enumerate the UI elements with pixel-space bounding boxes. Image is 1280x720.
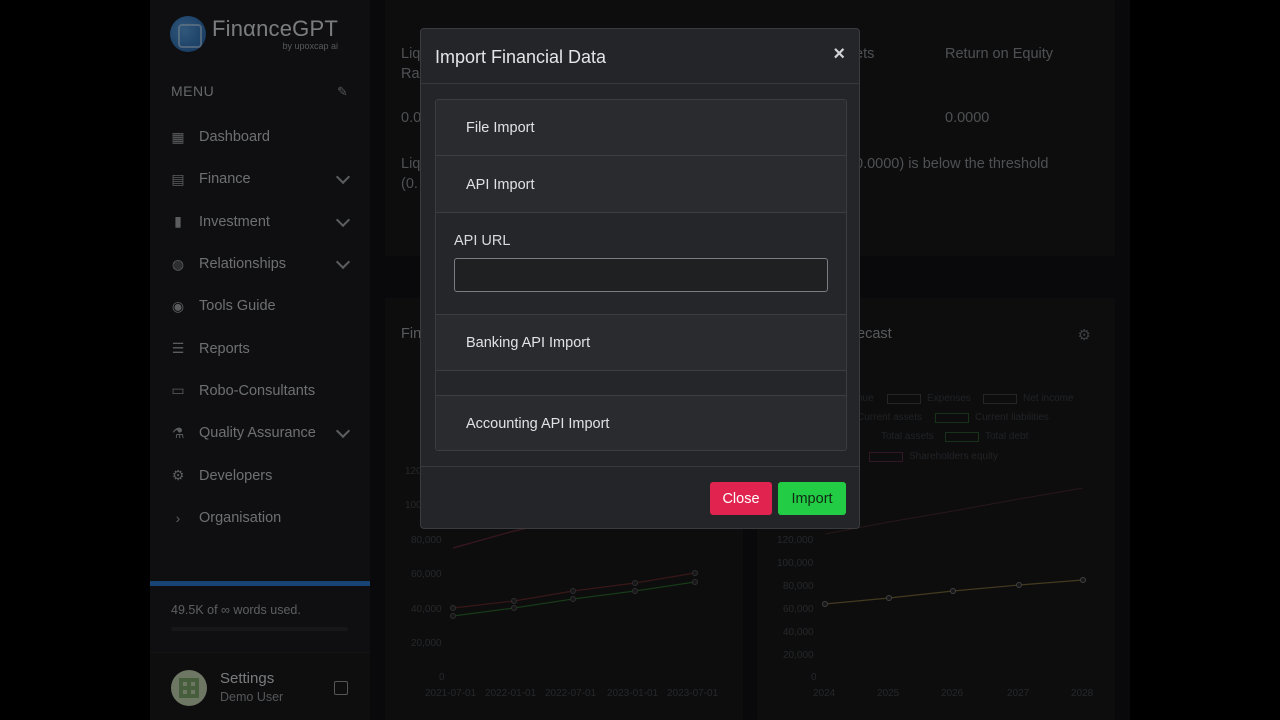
import-modal: Import Financial Data × File Import API … [420,28,860,529]
banking-api-import-label: Banking API Import [466,335,591,351]
close-button[interactable]: Close [710,482,772,515]
api-url-input[interactable] [454,258,828,292]
api-import-body: API URL [436,213,846,315]
modal-footer: Close Import [421,466,859,529]
import-accordion: File Import API Import API URL Banking A… [435,99,847,451]
modal-title: Import Financial Data [435,47,607,67]
file-import-header[interactable]: File Import [436,100,846,156]
import-button[interactable]: Import [778,482,846,515]
banking-api-import-body [436,371,846,396]
close-icon[interactable]: × [833,44,845,64]
accounting-api-import-label: Accounting API Import [466,416,610,432]
modal-header: Import Financial Data × [421,29,859,84]
file-import-label: File Import [466,120,535,136]
api-import-header[interactable]: API Import [436,156,846,213]
app-window: FinαnceGPT by upoxcap ai MENU ✎ ▦ Dashboa… [150,0,1130,720]
banking-api-import-header[interactable]: Banking API Import [436,315,846,371]
accounting-api-import-header[interactable]: Accounting API Import [436,396,846,450]
api-url-label: API URL [454,233,511,249]
api-import-label: API Import [466,177,535,193]
